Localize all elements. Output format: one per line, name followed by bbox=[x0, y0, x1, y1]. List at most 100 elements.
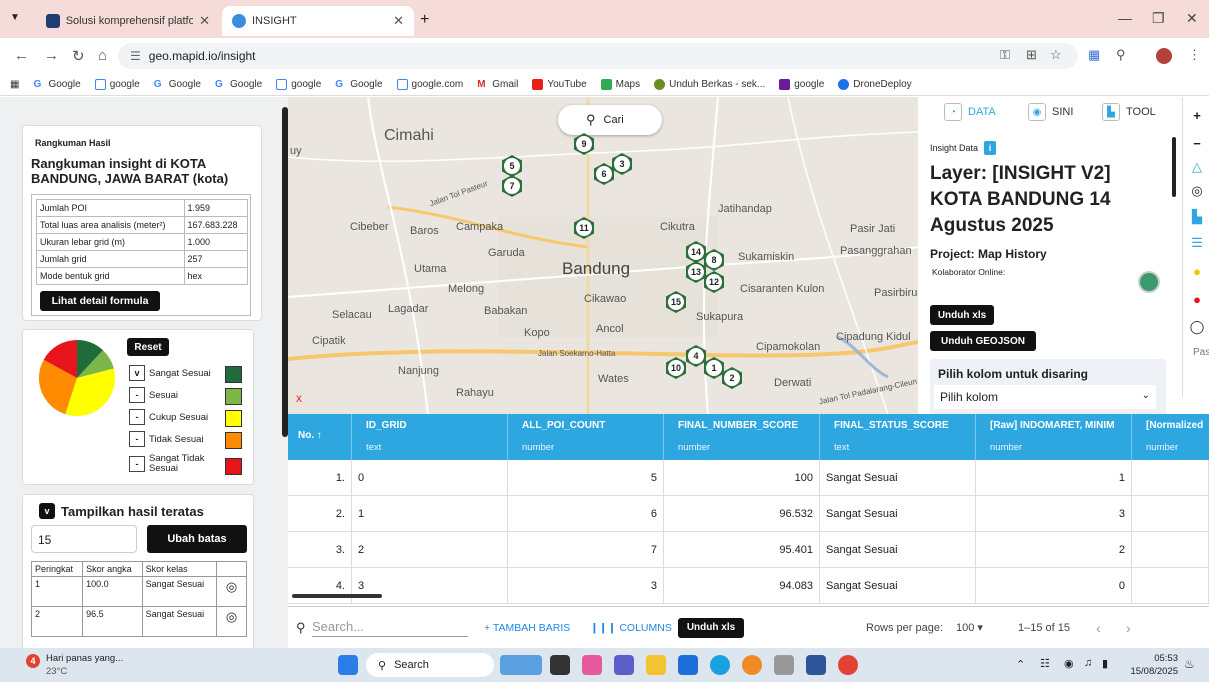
profile-avatar[interactable] bbox=[1156, 48, 1172, 64]
bookmark-item[interactable]: YouTube bbox=[532, 79, 587, 90]
next-page-icon[interactable]: › bbox=[1126, 620, 1131, 636]
task-view-icon[interactable] bbox=[550, 655, 570, 675]
table-cell[interactable]: 95.401 bbox=[664, 532, 820, 568]
legend-checkbox[interactable]: v bbox=[129, 365, 145, 381]
bookmark-item[interactable]: G Google bbox=[215, 79, 262, 90]
tab-solusi[interactable]: Solusi komprehensif platform A ✕ bbox=[36, 6, 220, 36]
table-cell[interactable]: 100 bbox=[664, 460, 820, 496]
clock-time[interactable]: 05:53 bbox=[1128, 653, 1178, 664]
table-cell[interactable]: 1 bbox=[976, 460, 1132, 496]
map-search-button[interactable]: ⚲ Cari bbox=[558, 105, 662, 135]
tab-search-icon[interactable]: ▼ bbox=[10, 12, 20, 23]
file-explorer-icon[interactable] bbox=[646, 655, 666, 675]
table-cell[interactable] bbox=[1132, 532, 1209, 568]
table-cell[interactable]: Sangat Sesuai bbox=[820, 532, 976, 568]
change-limit-button[interactable]: Ubah batas bbox=[147, 525, 247, 553]
new-tab-button[interactable]: + bbox=[420, 11, 429, 29]
legend-checkbox[interactable]: - bbox=[129, 409, 145, 425]
taskbar-search[interactable]: ⚲ Search bbox=[366, 653, 494, 677]
collaborator-avatar[interactable] bbox=[1138, 271, 1160, 293]
legend-checkbox[interactable]: - bbox=[129, 387, 145, 403]
column-header-no[interactable]: No. ↑ bbox=[288, 414, 352, 460]
scrollbar-thumb[interactable] bbox=[292, 594, 382, 598]
tab-data[interactable]: ◔ DATA bbox=[944, 103, 996, 121]
home-icon[interactable]: ⌂ bbox=[98, 47, 107, 64]
prev-page-icon[interactable]: ‹ bbox=[1096, 620, 1101, 636]
filter-select[interactable]: Pilih kolom ⌄ bbox=[934, 385, 1156, 409]
clock-date[interactable]: 15/08/2025 bbox=[1128, 666, 1178, 677]
table-cell[interactable]: 7 bbox=[508, 532, 664, 568]
table-row[interactable]: 1. 0 5 100 Sangat Sesuai 1 bbox=[288, 460, 1209, 496]
column-header[interactable]: FINAL_NUMBER_SCORE number bbox=[664, 414, 820, 460]
record-icon[interactable]: ● bbox=[1187, 289, 1207, 309]
table-cell[interactable]: 1 bbox=[352, 496, 508, 532]
copilot-icon[interactable] bbox=[582, 655, 602, 675]
app-icon[interactable] bbox=[742, 655, 762, 675]
legend-item-sangat-sesuai[interactable]: v Sangat Sesuai bbox=[129, 363, 211, 383]
close-tab-icon[interactable]: ✕ bbox=[393, 13, 404, 29]
list-icon[interactable]: ☰ bbox=[1187, 233, 1207, 253]
bookmark-item[interactable]: M Gmail bbox=[477, 79, 518, 90]
table-cell[interactable]: 0 bbox=[352, 460, 508, 496]
extensions-icon[interactable]: ⚲ bbox=[1116, 47, 1126, 63]
store-icon[interactable] bbox=[678, 655, 698, 675]
bookmark-item[interactable]: DroneDeploy bbox=[838, 79, 912, 90]
table-cell[interactable]: 3. bbox=[288, 532, 352, 568]
translate-icon[interactable]: ▦ bbox=[1088, 47, 1100, 63]
bookmark-item[interactable]: Maps bbox=[600, 79, 640, 90]
close-window-icon[interactable]: ✕ bbox=[1186, 10, 1198, 27]
table-cell[interactable] bbox=[1132, 460, 1209, 496]
install-app-icon[interactable]: ⊞ bbox=[1026, 47, 1037, 63]
download-xls-button[interactable]: Unduh xls bbox=[930, 305, 994, 325]
grid-search-input[interactable]: Search... bbox=[312, 619, 468, 637]
table-cell[interactable]: 3 bbox=[976, 496, 1132, 532]
word-icon[interactable] bbox=[806, 655, 826, 675]
legend-checkbox[interactable]: - bbox=[129, 456, 145, 472]
bookmark-item[interactable]: google bbox=[779, 79, 824, 90]
tab-insight[interactable]: INSIGHT ✕ bbox=[222, 6, 414, 36]
site-info-icon[interactable]: ☰ bbox=[130, 49, 141, 63]
panel-scrollbar[interactable] bbox=[1172, 137, 1176, 197]
locate-target-icon[interactable]: ◎ bbox=[216, 576, 247, 607]
widget-icon[interactable] bbox=[500, 655, 542, 675]
table-cell[interactable]: 6 bbox=[508, 496, 664, 532]
table-cell[interactable]: 1. bbox=[288, 460, 352, 496]
column-header[interactable]: ALL_POI_COUNT number bbox=[508, 414, 664, 460]
table-cell[interactable] bbox=[1132, 496, 1209, 532]
table-cell[interactable]: 2. bbox=[288, 496, 352, 532]
column-header[interactable]: [Normalized number bbox=[1132, 414, 1209, 460]
bookmark-item[interactable]: G Google bbox=[154, 79, 201, 90]
legend-item-sesuai[interactable]: - Sesuai bbox=[129, 385, 178, 405]
bookmark-item[interactable]: google.com bbox=[396, 79, 463, 90]
geolocate-icon[interactable]: ◎ bbox=[1187, 181, 1207, 201]
weather-text[interactable]: Hari panas yang... bbox=[46, 653, 123, 664]
table-cell[interactable]: 2 bbox=[352, 532, 508, 568]
legend-item-sangat-tidak-sesuai[interactable]: - Sangat Tidak Sesuai bbox=[129, 451, 211, 477]
download-geojson-button[interactable]: Unduh GEOJSON bbox=[930, 331, 1036, 351]
table-cell[interactable]: 2 bbox=[976, 532, 1132, 568]
legend-checkbox[interactable]: - bbox=[129, 431, 145, 447]
grid-download-button[interactable]: Unduh xls bbox=[678, 617, 744, 638]
menu-dots-icon[interactable]: ⋮ bbox=[1188, 47, 1201, 63]
restore-icon[interactable]: ❐ bbox=[1152, 10, 1165, 27]
chart-tool-icon[interactable]: ▙ bbox=[1187, 207, 1207, 227]
grid-hscrollbar[interactable] bbox=[288, 592, 1209, 600]
legend-item-cukup-sesuai[interactable]: - Cukup Sesuai bbox=[129, 407, 208, 427]
minimize-icon[interactable]: — bbox=[1118, 10, 1132, 26]
network-icon[interactable]: ☷ bbox=[1040, 657, 1050, 670]
info-icon[interactable]: i bbox=[984, 141, 997, 155]
password-key-icon[interactable]: ⚿ bbox=[1000, 47, 1010, 63]
legend-item-tidak-sesuai[interactable]: - Tidak Sesuai bbox=[129, 429, 204, 449]
table-cell[interactable]: Sangat Sesuai bbox=[820, 496, 976, 532]
forward-icon[interactable]: → bbox=[44, 47, 59, 64]
reset-button[interactable]: Reset bbox=[127, 338, 169, 356]
wifi-icon[interactable]: ◉ bbox=[1064, 657, 1074, 670]
columns-button[interactable]: ❙❙❙ COLUMNS bbox=[590, 622, 672, 634]
top-results-input[interactable]: 15 bbox=[31, 525, 137, 553]
chrome-icon[interactable] bbox=[838, 655, 858, 675]
column-header[interactable]: ID_GRID text bbox=[352, 414, 508, 460]
windows-start-icon[interactable] bbox=[338, 655, 358, 675]
edge-icon[interactable] bbox=[710, 655, 730, 675]
apps-grid-icon[interactable]: ▦ bbox=[10, 79, 19, 90]
zoom-in-icon[interactable]: + bbox=[1187, 105, 1207, 125]
